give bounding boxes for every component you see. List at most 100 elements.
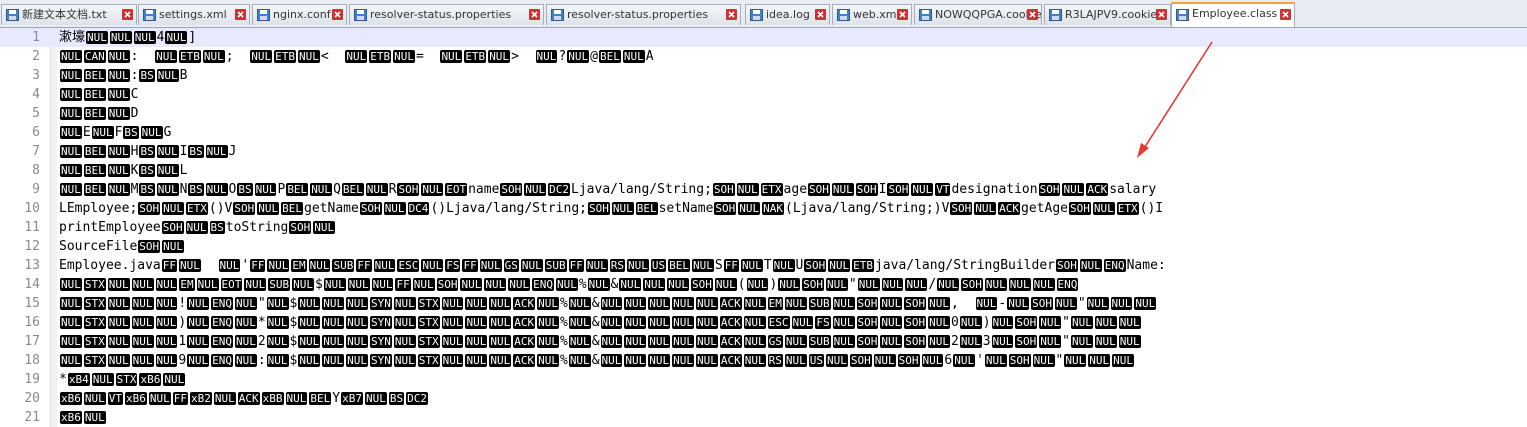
tab-4[interactable]: resolver-status.properties bbox=[349, 4, 544, 25]
control-char-badge: ACK bbox=[513, 316, 536, 329]
tab-7[interactable]: web.xml bbox=[832, 4, 912, 25]
line-number: 19 bbox=[24, 372, 40, 387]
text-segment: J bbox=[228, 144, 237, 159]
control-char-badge: SOH bbox=[289, 221, 312, 234]
line-text[interactable]: NUL STX NUL NUL NUL 9 NUL ENQ NUL: NUL $ NUL NUL NUL S… bbox=[59, 351, 1135, 370]
line-text[interactable]: printEmployee SOH NUL BS toString SOH NUL bbox=[59, 218, 336, 237]
line-text[interactable]: NUL STX NUL NUL NUL! NUL ENQ NUL " NUL $ NUL NUL NUL S… bbox=[59, 294, 1157, 313]
line-text[interactable]: NUL BEL NUL M BS NUL N BS NUL O BS NUL P BEL NUL Q BEL NU… bbox=[59, 180, 1156, 199]
close-icon[interactable] bbox=[122, 9, 133, 20]
control-char-badge: NUL bbox=[743, 297, 766, 310]
control-char-badge: NUL bbox=[619, 278, 642, 291]
line-text[interactable]: NUL STX NUL NUL NUL 1 NUL ENQ NUL 2 NUL $ NUL NUL NUL S… bbox=[59, 332, 1142, 351]
tab-2[interactable]: settings.xml bbox=[138, 4, 250, 25]
control-char-badge: NUL bbox=[322, 297, 345, 310]
close-icon[interactable] bbox=[815, 9, 826, 20]
control-char-badge: NUL bbox=[911, 183, 934, 196]
tab-label: resolver-status.properties bbox=[370, 8, 512, 21]
control-char-badge: NUL bbox=[393, 297, 416, 310]
control-char-badge: NUL bbox=[131, 316, 154, 329]
control-char-badge: NUL bbox=[736, 183, 759, 196]
control-char-badge: NUL bbox=[148, 392, 171, 405]
line-text[interactable]: NUL STX NUL NUL NUL) NUL ENQ NUL * NUL $ NUL NUL NUL S… bbox=[59, 313, 1142, 332]
text-segment: * bbox=[257, 315, 266, 330]
control-char-badge: BS bbox=[139, 69, 155, 82]
line-text[interactable]: NUL BEL NUL K BS NUL L bbox=[59, 161, 187, 180]
text-segment: " bbox=[1077, 296, 1086, 311]
line-text[interactable]: Employee.java FF NUL NUL ' FF NUL EM NUL SUB FF NU… bbox=[59, 256, 1166, 275]
control-char-badge: NUL bbox=[393, 354, 416, 367]
line-number: 1 bbox=[32, 30, 40, 45]
line-text[interactable]: NUL BEL NUL C bbox=[59, 85, 138, 104]
line-text[interactable]: NUL BEL NUL D bbox=[59, 104, 138, 123]
line-text[interactable]: NUL CAN NUL: NUL ETB NUL; NUL ETB NUL < NUL ETB N… bbox=[59, 47, 654, 66]
control-char-badge: SOH bbox=[161, 221, 184, 234]
control-char-badge: NUL bbox=[489, 335, 512, 348]
control-char-badge: FF bbox=[462, 259, 478, 272]
control-char-badge: NUL bbox=[643, 278, 666, 291]
text-segment: age bbox=[783, 182, 808, 197]
tab-1[interactable]: 新建文本文档.txt bbox=[1, 4, 137, 25]
control-char-badge: NUL bbox=[905, 278, 928, 291]
editor-pane[interactable]: 1 漱壕 NUL NUL NUL 4 NUL] 2 NUL CAN NUL: NUL ETB NUL; … bbox=[0, 28, 1527, 427]
control-char-badge: BEL bbox=[668, 259, 690, 272]
close-icon[interactable] bbox=[1156, 9, 1167, 20]
control-char-badge: NUL bbox=[257, 202, 280, 215]
line-text[interactable]: NUL STX NUL NUL NUL EM NUL EOT NUL SUB NUL $ NUL NUL N… bbox=[59, 275, 1079, 294]
close-icon[interactable] bbox=[897, 9, 908, 20]
control-char-badge: NUL bbox=[107, 297, 130, 310]
control-char-badge: SOH bbox=[500, 183, 523, 196]
line-text[interactable]: xB6 NUL bbox=[59, 408, 107, 427]
tab-3[interactable]: nginx.conf bbox=[252, 4, 347, 25]
control-char-badge: ACK bbox=[719, 335, 742, 348]
tab-6[interactable]: idea.log bbox=[745, 4, 830, 25]
control-char-badge: NUL bbox=[488, 50, 511, 63]
control-char-badge: NUL bbox=[393, 316, 416, 329]
tab-8[interactable]: NOWQQPGA.cookie bbox=[914, 4, 1042, 25]
line-text[interactable]: NUL BEL NUL: BS NUL B bbox=[59, 66, 187, 85]
control-char-badge: NUL bbox=[567, 50, 590, 63]
control-char-badge: NUL bbox=[107, 107, 130, 120]
text-segment: java/lang/StringBuilder bbox=[874, 258, 1055, 273]
line-text[interactable]: LEmployee; SOH NUL ETX ()V SOH NUL BEL getName SO… bbox=[59, 199, 1163, 218]
control-char-badge: SOH bbox=[1015, 316, 1038, 329]
close-icon[interactable] bbox=[332, 9, 343, 20]
close-icon[interactable] bbox=[726, 9, 737, 20]
text-segment: ) bbox=[769, 277, 778, 292]
close-icon[interactable] bbox=[1027, 9, 1038, 20]
line-text[interactable]: * xB4 NUL STX xB6 NUL bbox=[59, 370, 186, 389]
text-segment: LEmployee; bbox=[59, 201, 138, 216]
line-text[interactable]: NUL BEL NUL H BS NUL I BS NUL J bbox=[59, 142, 236, 161]
line-text[interactable]: NUL E NUL F BS NUL G bbox=[59, 123, 171, 142]
control-char-badge: NUL bbox=[133, 31, 156, 44]
close-icon[interactable] bbox=[1280, 9, 1291, 20]
close-icon[interactable] bbox=[529, 9, 540, 20]
code-line: 14 NUL STX NUL NUL NUL EM NUL EOT NUL SUB NUL $ NUL NU… bbox=[0, 275, 1527, 294]
control-char-badge: NUL bbox=[60, 316, 82, 329]
control-char-badge: NUL bbox=[185, 221, 208, 234]
control-char-badge: NUL bbox=[600, 335, 623, 348]
line-text[interactable]: 漱壕 NUL NUL NUL 4 NUL] bbox=[59, 28, 196, 47]
control-char-badge: EM bbox=[291, 259, 307, 272]
line-text[interactable]: SourceFile SOH NUL bbox=[59, 237, 185, 256]
tab-10[interactable]: Employee.class bbox=[1171, 2, 1295, 27]
text-segment: ) bbox=[178, 315, 187, 330]
control-char-badge: BS bbox=[139, 183, 155, 196]
control-char-badge: SUB bbox=[332, 259, 355, 272]
close-icon[interactable] bbox=[235, 9, 246, 20]
tab-9[interactable]: R3LAJPV9.cookie bbox=[1044, 4, 1171, 25]
control-char-badge: NUL bbox=[285, 392, 308, 405]
tab-5[interactable]: resolver-status.properties bbox=[546, 4, 741, 25]
control-char-badge: xB6 bbox=[125, 392, 147, 405]
line-text[interactable]: xB6 NUL VT xB6 NUL FF xB2 NUL ACK xBB NUL BEL YxB7 NU… bbox=[59, 389, 429, 408]
text-segment: ( bbox=[737, 277, 746, 292]
control-char-badge: ESC bbox=[397, 259, 420, 272]
control-char-badge: NUL bbox=[696, 316, 718, 329]
text-segment: H bbox=[130, 144, 139, 159]
control-char-badge: CAN bbox=[83, 50, 106, 63]
control-char-badge: ETB bbox=[464, 50, 487, 63]
text-segment: B bbox=[179, 68, 188, 83]
text-segment: : bbox=[130, 49, 155, 64]
text-segment: % bbox=[578, 277, 587, 292]
control-char-badge: NUL bbox=[1054, 297, 1077, 310]
